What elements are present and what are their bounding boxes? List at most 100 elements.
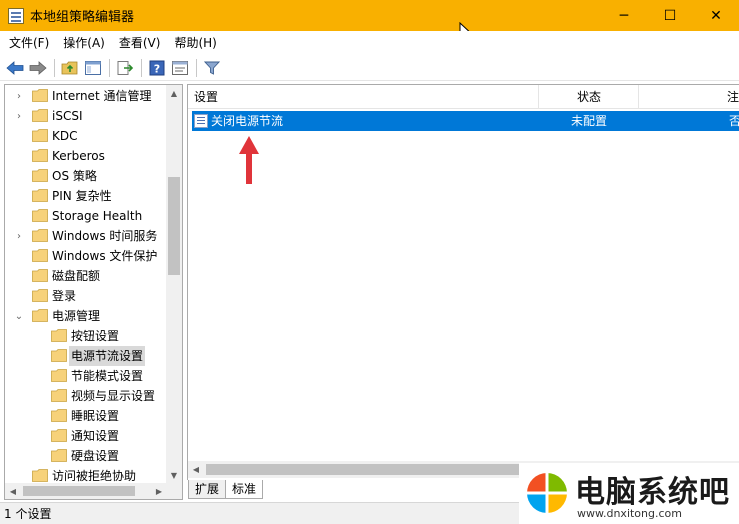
tree-item[interactable]: ⌄ 电源管理 <box>5 306 167 326</box>
help-button[interactable]: ? <box>146 57 168 79</box>
tab-standard[interactable]: 标准 <box>225 480 264 499</box>
tree-list: › Internet 通信管理 › iSCSI KDC Kerberos OS 策略 PIN … <box>5 85 167 483</box>
properties-button[interactable] <box>169 57 191 79</box>
windows-logo-icon <box>525 471 569 515</box>
tree-pane[interactable]: › Internet 通信管理 › iSCSI KDC Kerberos OS 策略 PIN … <box>4 84 183 500</box>
tree-item-label: 通知设置 <box>71 429 120 443</box>
folder-icon <box>32 469 48 482</box>
tree-item[interactable]: 硬盘设置 <box>5 446 167 466</box>
tree-item[interactable]: 睡眠设置 <box>5 406 167 426</box>
collapsed-chevron-icon[interactable]: › <box>13 226 25 246</box>
tab-extended[interactable]: 扩展 <box>188 480 227 499</box>
show-hide-tree-button[interactable] <box>82 57 104 79</box>
column-note[interactable]: 注 <box>639 85 739 109</box>
close-button[interactable]: ✕ <box>693 0 739 31</box>
help-icon: ? <box>149 60 165 75</box>
tree-item[interactable]: Kerberos <box>5 146 167 166</box>
tree-item[interactable]: › iSCSI <box>5 106 167 126</box>
scroll-left-icon[interactable]: ◀ <box>188 461 204 478</box>
show-hide-tree-icon <box>85 60 101 75</box>
scroll-right-icon[interactable]: ▶ <box>151 483 167 499</box>
export-list-button[interactable] <box>114 57 136 79</box>
toolbar-separator <box>196 58 197 77</box>
folder-icon <box>32 189 48 202</box>
forward-arrow-icon <box>29 60 47 75</box>
collapsed-chevron-icon <box>13 206 25 226</box>
collapsed-chevron-icon <box>13 266 25 286</box>
filter-icon <box>204 61 220 75</box>
status-text: 1 个设置 <box>4 507 52 521</box>
collapsed-chevron-icon <box>32 446 44 466</box>
tree-item[interactable]: Windows 文件保护 <box>5 246 167 266</box>
expanded-chevron-icon[interactable]: ⌄ <box>13 306 25 326</box>
tree-item-label: iSCSI <box>52 109 83 123</box>
scroll-thumb[interactable] <box>168 177 180 275</box>
tree-vertical-scrollbar[interactable]: ▲ ▼ <box>166 85 182 483</box>
tree-item[interactable]: 磁盘配额 <box>5 266 167 286</box>
tree-item[interactable]: 视频与显示设置 <box>5 386 167 406</box>
minimize-button[interactable]: ─ <box>601 0 647 31</box>
menu-help[interactable]: 帮助(H) <box>167 31 223 55</box>
folder-icon <box>51 429 67 442</box>
scrollbar-corner <box>166 483 182 499</box>
menu-view[interactable]: 查看(V) <box>112 31 168 55</box>
tree-item-label: 访问被拒绝协助 <box>52 469 137 483</box>
collapsed-chevron-icon[interactable]: › <box>13 106 25 126</box>
tree-item[interactable]: 节能模式设置 <box>5 366 167 386</box>
back-button[interactable] <box>4 57 26 79</box>
tree-item[interactable]: 登录 <box>5 286 167 306</box>
window-title: 本地组策略编辑器 <box>30 10 135 25</box>
folder-icon <box>32 169 48 182</box>
title-bar[interactable]: 本地组策略编辑器 ─ ☐ ✕ <box>0 0 739 31</box>
folder-icon <box>51 329 67 342</box>
folder-icon <box>51 389 67 402</box>
tree-item[interactable]: 通知设置 <box>5 426 167 446</box>
collapsed-chevron-icon <box>32 326 44 346</box>
menu-bar: 文件(F) 操作(A) 查看(V) 帮助(H) <box>0 31 739 55</box>
collapsed-chevron-icon <box>32 426 44 446</box>
folder-icon <box>51 349 67 362</box>
folder-icon <box>51 369 67 382</box>
settings-list-pane[interactable]: 设置 状态 注 关闭电源节流 未配置 否 <box>187 84 739 480</box>
tree-item[interactable]: PIN 复杂性 <box>5 186 167 206</box>
column-setting[interactable]: 设置 <box>188 85 539 109</box>
menu-action[interactable]: 操作(A) <box>56 31 112 55</box>
tree-item-label: 硬盘设置 <box>71 449 120 463</box>
toolbar-separator <box>54 58 55 77</box>
tree-item[interactable]: 电源节流设置 <box>5 346 167 366</box>
collapsed-chevron-icon <box>13 246 25 266</box>
collapsed-chevron-icon <box>13 146 25 166</box>
folder-icon <box>51 449 67 462</box>
scroll-down-icon[interactable]: ▼ <box>166 467 182 483</box>
maximize-button[interactable]: ☐ <box>647 0 693 31</box>
tree-item[interactable]: › Windows 时间服务 <box>5 226 167 246</box>
scroll-left-icon[interactable]: ◀ <box>5 483 21 499</box>
tree-item[interactable]: KDC <box>5 126 167 146</box>
site-watermark: 电脑系统吧 www.dnxitong.com <box>519 463 739 524</box>
toolbar-separator <box>141 58 142 77</box>
scroll-up-icon[interactable]: ▲ <box>166 85 182 101</box>
up-level-button[interactable] <box>59 57 81 79</box>
collapsed-chevron-icon <box>13 126 25 146</box>
tree-item[interactable]: 访问被拒绝协助 <box>5 466 167 483</box>
tree-item[interactable]: 按钮设置 <box>5 326 167 346</box>
tree-item[interactable]: OS 策略 <box>5 166 167 186</box>
collapsed-chevron-icon <box>13 286 25 306</box>
collapsed-chevron-icon <box>32 346 44 366</box>
folder-icon <box>32 289 48 302</box>
collapsed-chevron-icon <box>32 366 44 386</box>
column-state[interactable]: 状态 <box>539 85 639 109</box>
tree-item[interactable]: › Internet 通信管理 <box>5 86 167 106</box>
menu-file[interactable]: 文件(F) <box>2 31 56 55</box>
table-row[interactable]: 关闭电源节流 未配置 否 <box>192 111 739 131</box>
folder-icon <box>32 209 48 222</box>
forward-button[interactable] <box>27 57 49 79</box>
collapsed-chevron-icon[interactable]: › <box>13 86 25 106</box>
filter-button[interactable] <box>201 57 223 79</box>
tree-item-label: Windows 时间服务 <box>52 229 158 243</box>
tree-horizontal-scrollbar[interactable]: ◀ ▶ <box>5 483 167 499</box>
tree-item-label: OS 策略 <box>52 169 97 183</box>
tree-item-label: Kerberos <box>52 149 105 163</box>
scroll-thumb[interactable] <box>23 486 135 496</box>
tree-item[interactable]: Storage Health <box>5 206 167 226</box>
